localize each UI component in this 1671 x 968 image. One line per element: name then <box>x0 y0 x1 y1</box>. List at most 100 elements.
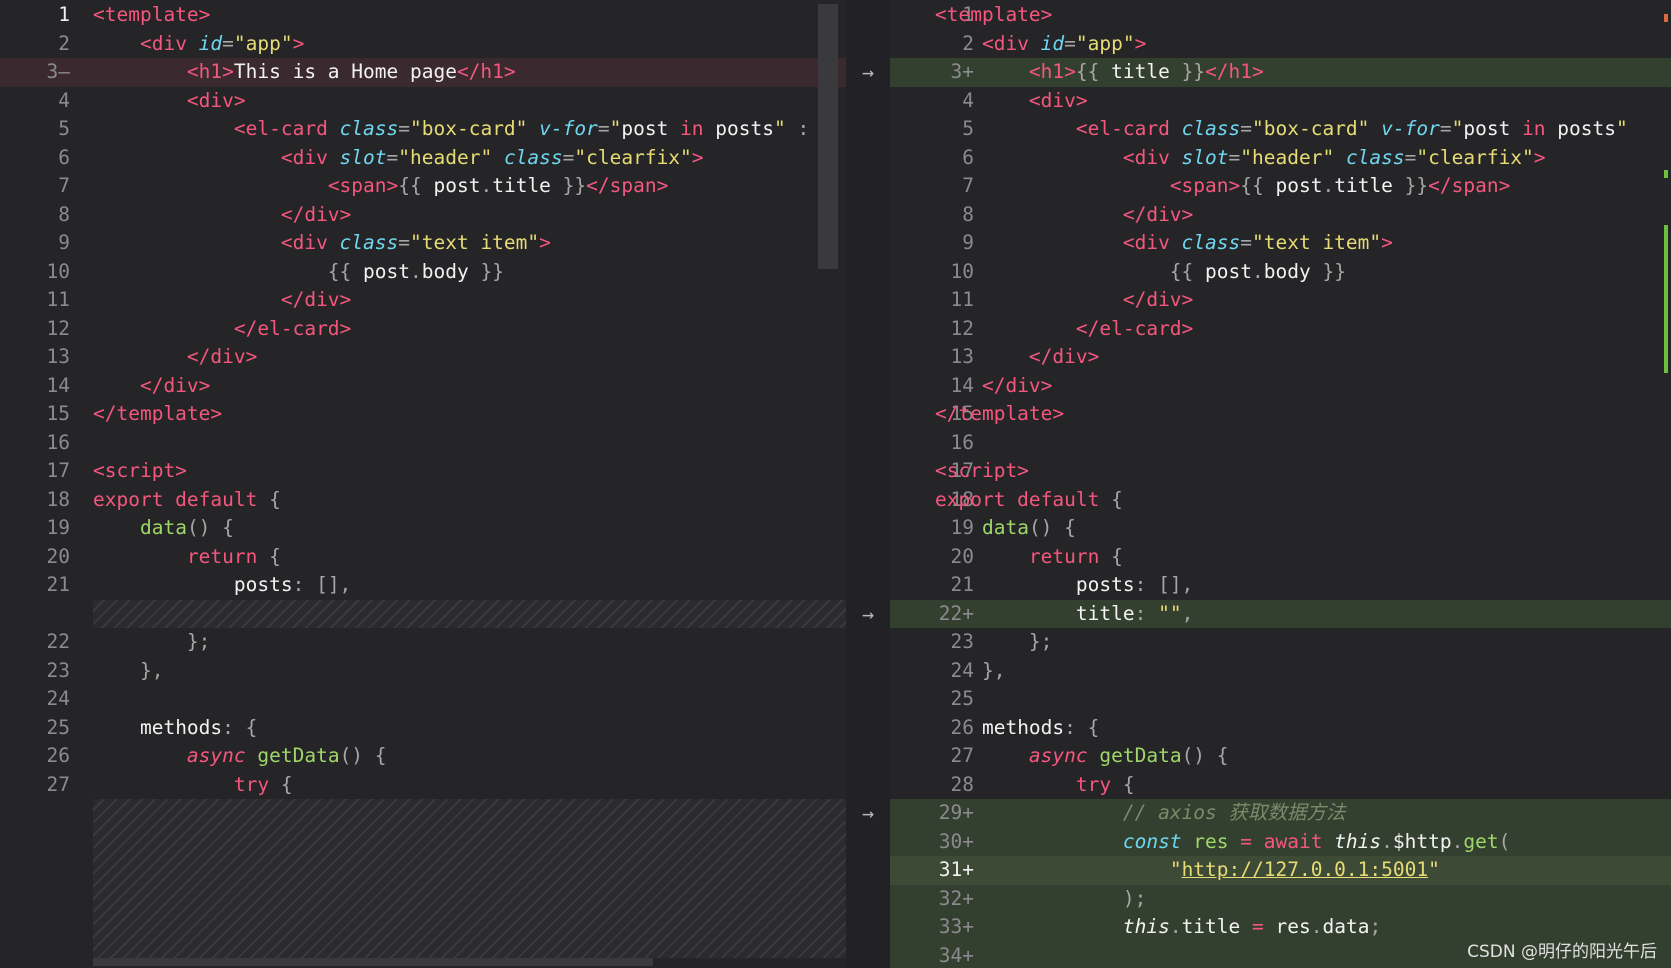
code-line[interactable]: 11 </div> <box>0 286 846 315</box>
code-line[interactable]: 18 export default { <box>0 486 846 515</box>
code-line[interactable]: 7 <span>{{ post.title }}</span> <box>890 172 1671 201</box>
code-token: <template> <box>93 3 211 26</box>
code-token: </span> <box>586 174 669 197</box>
code-line[interactable]: 16 <box>0 429 846 458</box>
code-line[interactable]: 8 </div> <box>0 201 846 230</box>
line-number: 25 <box>950 687 974 710</box>
code-line[interactable]: 6 <div slot="header" class="clearfix"> <box>0 144 846 173</box>
code-line[interactable]: 19 data() { <box>890 514 1671 543</box>
code-line[interactable]: 14 </div> <box>0 372 846 401</box>
code-line[interactable]: 2 <div id="app"> <box>0 30 846 59</box>
code-token: {{ <box>93 259 364 283</box>
code-line[interactable]: 4 <div> <box>0 87 846 116</box>
code-line[interactable]: 20 return { <box>0 543 846 572</box>
code-line[interactable]: 2 <div id="app"> <box>890 30 1671 59</box>
code-text: <div id="app"> <box>935 30 1146 59</box>
code-line[interactable]: 28 try { <box>890 771 1671 800</box>
code-line[interactable]: 21 posts: [], <box>890 571 1671 600</box>
code-token: </span> <box>1428 174 1511 197</box>
apply-change-arrow-icon[interactable]: → <box>848 799 888 828</box>
code-line[interactable]: 10 {{ post.body }} <box>0 258 846 287</box>
code-token: return <box>186 544 270 568</box>
code-line[interactable]: 7 <span>{{ post.title }}</span> <box>0 172 846 201</box>
code-line[interactable]: 26 async getData() { <box>0 742 846 771</box>
code-token: $http <box>1392 829 1452 853</box>
code-line[interactable]: 5 <el-card class="box-card" v-for="post … <box>0 115 846 144</box>
code-line[interactable]: 26 methods: { <box>890 714 1671 743</box>
code-line[interactable]: 31+ "http://127.0.0.1:5001" <box>890 856 1671 885</box>
apply-change-arrow-icon[interactable]: → <box>848 58 888 87</box>
code-token: <h1> <box>1028 60 1076 83</box>
code-token: = <box>398 117 411 140</box>
code-token: , <box>1181 601 1194 625</box>
code-token: This is a Home page <box>233 60 457 83</box>
line-number: 17 <box>46 459 70 482</box>
code-token: {{ <box>935 259 1206 283</box>
code-line[interactable]: 13 </div> <box>890 343 1671 372</box>
code-line[interactable]: 11 </div> <box>890 286 1671 315</box>
code-line[interactable]: 23 }, <box>0 657 846 686</box>
code-line[interactable]: 1 <template> <box>0 1 846 30</box>
code-line[interactable]: 8 </div> <box>890 201 1671 230</box>
code-text: </div> <box>935 372 1052 401</box>
code-line[interactable]: 25 methods: { <box>0 714 846 743</box>
code-line[interactable]: 13 </div> <box>0 343 846 372</box>
code-line[interactable]: 6 <div slot="header" class="clearfix"> <box>890 144 1671 173</box>
code-line[interactable]: 12 </el-card> <box>890 315 1671 344</box>
code-line[interactable]: 4 <div> <box>890 87 1671 116</box>
code-token: ); <box>935 886 1147 910</box>
code-token: </div> <box>186 345 258 368</box>
left-vertical-scrollbar[interactable] <box>818 4 838 269</box>
right-diff-pane[interactable]: 1 <template> 2 <div id="app"> 3+ <h1>{{ tit… <box>890 0 1671 968</box>
code-token: }; <box>935 630 1053 653</box>
line-number: 8 <box>58 202 70 226</box>
code-line[interactable]: 30+ const res = await this.$http.get( <box>890 827 1671 856</box>
code-line[interactable]: 27 try { <box>0 771 846 800</box>
code-line[interactable]: 5 <el-card class="box-card" v-for="post … <box>890 115 1671 144</box>
code-text: <script> <box>935 457 1029 486</box>
code-line[interactable]: 24 }, <box>890 657 1671 686</box>
code-line[interactable]: 1 <template> <box>890 1 1671 30</box>
code-line[interactable]: 19 data() { <box>0 514 846 543</box>
code-token: }} <box>550 174 587 197</box>
code-line[interactable]: 3+ <h1>{{ title }}</h1> <box>890 58 1671 87</box>
code-line[interactable]: 17 <script> <box>0 457 846 486</box>
code-line[interactable]: 15 </template> <box>0 400 846 429</box>
code-line[interactable]: 3— <h1>This is a Home page</h1> <box>0 58 846 87</box>
code-text: methods: { <box>935 714 1099 743</box>
code-line[interactable]: 9 <div class="text item"> <box>890 229 1671 258</box>
code-line[interactable]: 14 </div> <box>890 372 1671 401</box>
code-token: " <box>1428 858 1440 881</box>
code-token: title <box>1111 60 1170 83</box>
code-line[interactable]: 21 posts: [], <box>0 571 846 600</box>
code-line[interactable]: 16 <box>890 429 1671 458</box>
code-line[interactable]: 15 </template> <box>890 400 1671 429</box>
code-line[interactable]: 9 <div class="text item"> <box>0 229 846 258</box>
code-line[interactable]: 23 }; <box>890 628 1671 657</box>
code-line[interactable]: 17 <script> <box>890 457 1671 486</box>
code-line[interactable]: 10 {{ post.body }} <box>890 258 1671 287</box>
code-token: </template> <box>93 402 223 425</box>
code-line[interactable]: 22+ title: "", <box>890 599 1671 628</box>
code-line[interactable]: 32+ ); <box>890 884 1671 913</box>
code-line[interactable]: 20 return { <box>890 543 1671 572</box>
code-line[interactable]: 27 async getData() { <box>890 742 1671 771</box>
left-horizontal-scrollbar[interactable] <box>93 958 653 966</box>
code-line[interactable]: 29+ // axios 获取数据方法 <box>890 799 1671 828</box>
left-diff-pane[interactable]: 1 <template> 2 <div id="app"> 3— <h1>This i… <box>0 0 846 968</box>
apply-change-arrow-icon[interactable]: → <box>848 600 888 629</box>
code-line[interactable]: 22 }; <box>0 628 846 657</box>
code-text: "http://127.0.0.1:5001" <box>935 856 1440 885</box>
code-line[interactable]: 24 <box>0 685 846 714</box>
code-line[interactable]: 12 </el-card> <box>0 315 846 344</box>
code-text: return { <box>935 543 1123 572</box>
code-line[interactable]: 18 export default { <box>890 486 1671 515</box>
code-token: in <box>680 117 716 140</box>
code-line[interactable]: 25 <box>890 685 1671 714</box>
